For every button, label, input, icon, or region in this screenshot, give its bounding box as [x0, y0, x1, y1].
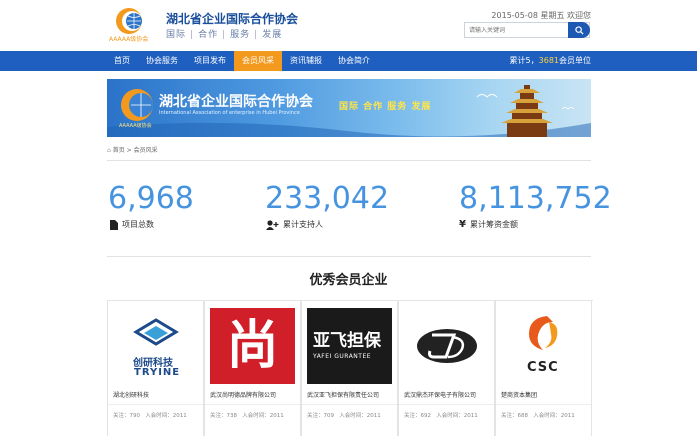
member-join-date: 入会时间：2011: [339, 413, 381, 419]
stat-label-text: 项目总数: [122, 220, 154, 229]
search-icon: [574, 25, 584, 35]
project-count-label: 项目总数: [110, 219, 154, 230]
divider: [399, 404, 494, 405]
member-card[interactable]: 创研科技 TRYINE 湖北创研科技 关注：790 入会时间：2011: [107, 301, 204, 436]
member-meta: 关注：688 入会时间：2011: [501, 411, 575, 419]
member-join-date: 入会时间：2011: [242, 413, 284, 419]
divider: [108, 404, 203, 405]
site-header: AAAAA级协会 湖北省企业国际合作协会 国际 | 合作 | 服务 | 发展 2015-05…: [0, 0, 697, 51]
logo-caption: AAAAA级协会: [109, 36, 149, 43]
breadcrumb-current: 会员风采: [133, 147, 158, 154]
nav-item[interactable]: 会员风采: [234, 51, 282, 71]
site-slogan: 国际 | 合作 | 服务 | 发展: [166, 27, 282, 40]
association-logo[interactable]: AAAAA级协会: [107, 4, 155, 44]
member-join-date: 入会时间：2011: [145, 413, 187, 419]
logo-text: TRYINE: [134, 367, 181, 378]
member-meta: 关注：709 入会时间：2011: [307, 411, 381, 419]
member-logo: CSC: [501, 308, 586, 384]
member-name[interactable]: 湖北创研科技: [113, 390, 203, 399]
yen-icon: ¥: [459, 219, 466, 230]
nav-item[interactable]: 资讯辅报: [282, 51, 330, 71]
date-welcome-text: 2015-05-08 星期五 欢迎您: [491, 11, 591, 20]
divider: [205, 404, 300, 405]
stat-label-text: 累计筹资金额: [469, 220, 518, 229]
member-card[interactable]: 尚 武汉尚明德品牌有限公司 关注：738 入会时间：2011: [204, 301, 301, 436]
breadcrumb: ⌂ 首页 > 会员风采: [107, 145, 158, 154]
divider: [107, 256, 591, 257]
member-card[interactable]: 武汉鼎杰环保电子有限公司 关注：692 入会时间：2011: [398, 301, 495, 436]
search-input[interactable]: [465, 23, 569, 37]
member-count-text: 累计5，3681会员单位: [510, 51, 591, 71]
site-name[interactable]: 湖北省企业国际合作协会: [166, 10, 298, 27]
logo-text: YAFEI GURANTEE: [313, 353, 372, 360]
stat-label-text: 累计支持人: [283, 220, 323, 229]
member-card[interactable]: 亚飞担保 YAFEI GURANTEE 武汉亚飞担保有限责任公司 关注：709 …: [301, 301, 398, 436]
slogan-separator: |: [190, 30, 195, 40]
member-card[interactable]: CSC 楚商资本集团 关注：688 入会时间：2011: [495, 301, 592, 436]
divider: [302, 404, 397, 405]
member-logo: 亚飞担保 YAFEI GURANTEE: [307, 308, 392, 384]
banner: 湖北省企业国际合作协会 International Association of…: [107, 79, 591, 137]
member-logo: 创研科技 TRYINE: [113, 308, 198, 384]
add-user-icon: [266, 219, 279, 230]
member-meta: 关注：692 入会时间：2011: [404, 411, 478, 419]
slogan-separator: |: [222, 30, 227, 40]
nav-item[interactable]: 首页: [106, 51, 138, 71]
member-views: 关注：688: [501, 413, 528, 419]
nav-item[interactable]: 协会服务: [138, 51, 186, 71]
logo-text: 尚: [226, 316, 279, 376]
member-meta: 关注：790 入会时间：2011: [113, 411, 187, 419]
member-count-number: 3681: [538, 56, 559, 65]
member-logo: [404, 308, 489, 384]
funding-total: 8,113,752: [459, 181, 612, 216]
banner-title: 湖北省企业国际合作协会: [159, 94, 313, 110]
member-name[interactable]: 楚商资本集团: [501, 390, 591, 399]
breadcrumb-separator: >: [126, 147, 132, 154]
document-icon: [110, 219, 118, 230]
slogan-word: 服务: [230, 30, 251, 40]
slogan-word: 国际: [166, 30, 187, 40]
member-name[interactable]: 武汉亚飞担保有限责任公司: [307, 390, 397, 399]
banner-badge: AAAAA级协会: [119, 123, 152, 129]
funding-total-label: ¥ 累计筹资金额: [459, 219, 518, 230]
divider: [107, 160, 591, 161]
slogan-separator: |: [254, 30, 259, 40]
member-count-prefix: 累计5，: [509, 56, 539, 65]
logo-text: 亚飞担保: [313, 331, 381, 351]
members-section-title: 优秀会员企业: [309, 273, 388, 288]
member-views: 关注：692: [404, 413, 431, 419]
supporter-count: 233,042: [265, 181, 390, 216]
member-views: 关注：790: [113, 413, 140, 419]
banner-slogan: 国际 合作 服务 发展: [339, 102, 432, 112]
member-name[interactable]: 武汉尚明德品牌有限公司: [210, 390, 300, 399]
member-views: 关注：738: [210, 413, 237, 419]
breadcrumb-home[interactable]: 首页: [113, 147, 125, 154]
main-nav: 首页 协会服务 项目发布 会员风采 资讯辅报 协会简介 累计5，3681会员单位: [0, 51, 697, 71]
nav-item[interactable]: 协会简介: [330, 51, 378, 71]
nav-item[interactable]: 项目发布: [186, 51, 234, 71]
member-join-date: 入会时间：2011: [436, 413, 478, 419]
supporter-count-label: 累计支持人: [266, 219, 323, 230]
slogan-word: 合作: [198, 30, 219, 40]
member-logo: 尚: [210, 308, 295, 384]
nav-list: 首页 协会服务 项目发布 会员风采 资讯辅报 协会简介: [106, 51, 378, 71]
logo-text: CSC: [527, 360, 559, 375]
member-list: 创研科技 TRYINE 湖北创研科技 关注：790 入会时间：2011 尚 武汉…: [107, 300, 593, 436]
search-button[interactable]: [568, 22, 590, 38]
search-box: [464, 22, 590, 38]
banner-subtitle: International Association of enterprise …: [159, 110, 300, 116]
member-join-date: 入会时间：2011: [533, 413, 575, 419]
member-name[interactable]: 武汉鼎杰环保电子有限公司: [404, 390, 494, 399]
member-count-suffix: 会员单位: [559, 56, 591, 65]
home-icon: ⌂: [107, 147, 111, 154]
slogan-word: 发展: [262, 30, 283, 40]
divider: [496, 404, 591, 405]
project-count: 6,968: [108, 181, 194, 216]
member-meta: 关注：738 入会时间：2011: [210, 411, 284, 419]
member-views: 关注：709: [307, 413, 334, 419]
